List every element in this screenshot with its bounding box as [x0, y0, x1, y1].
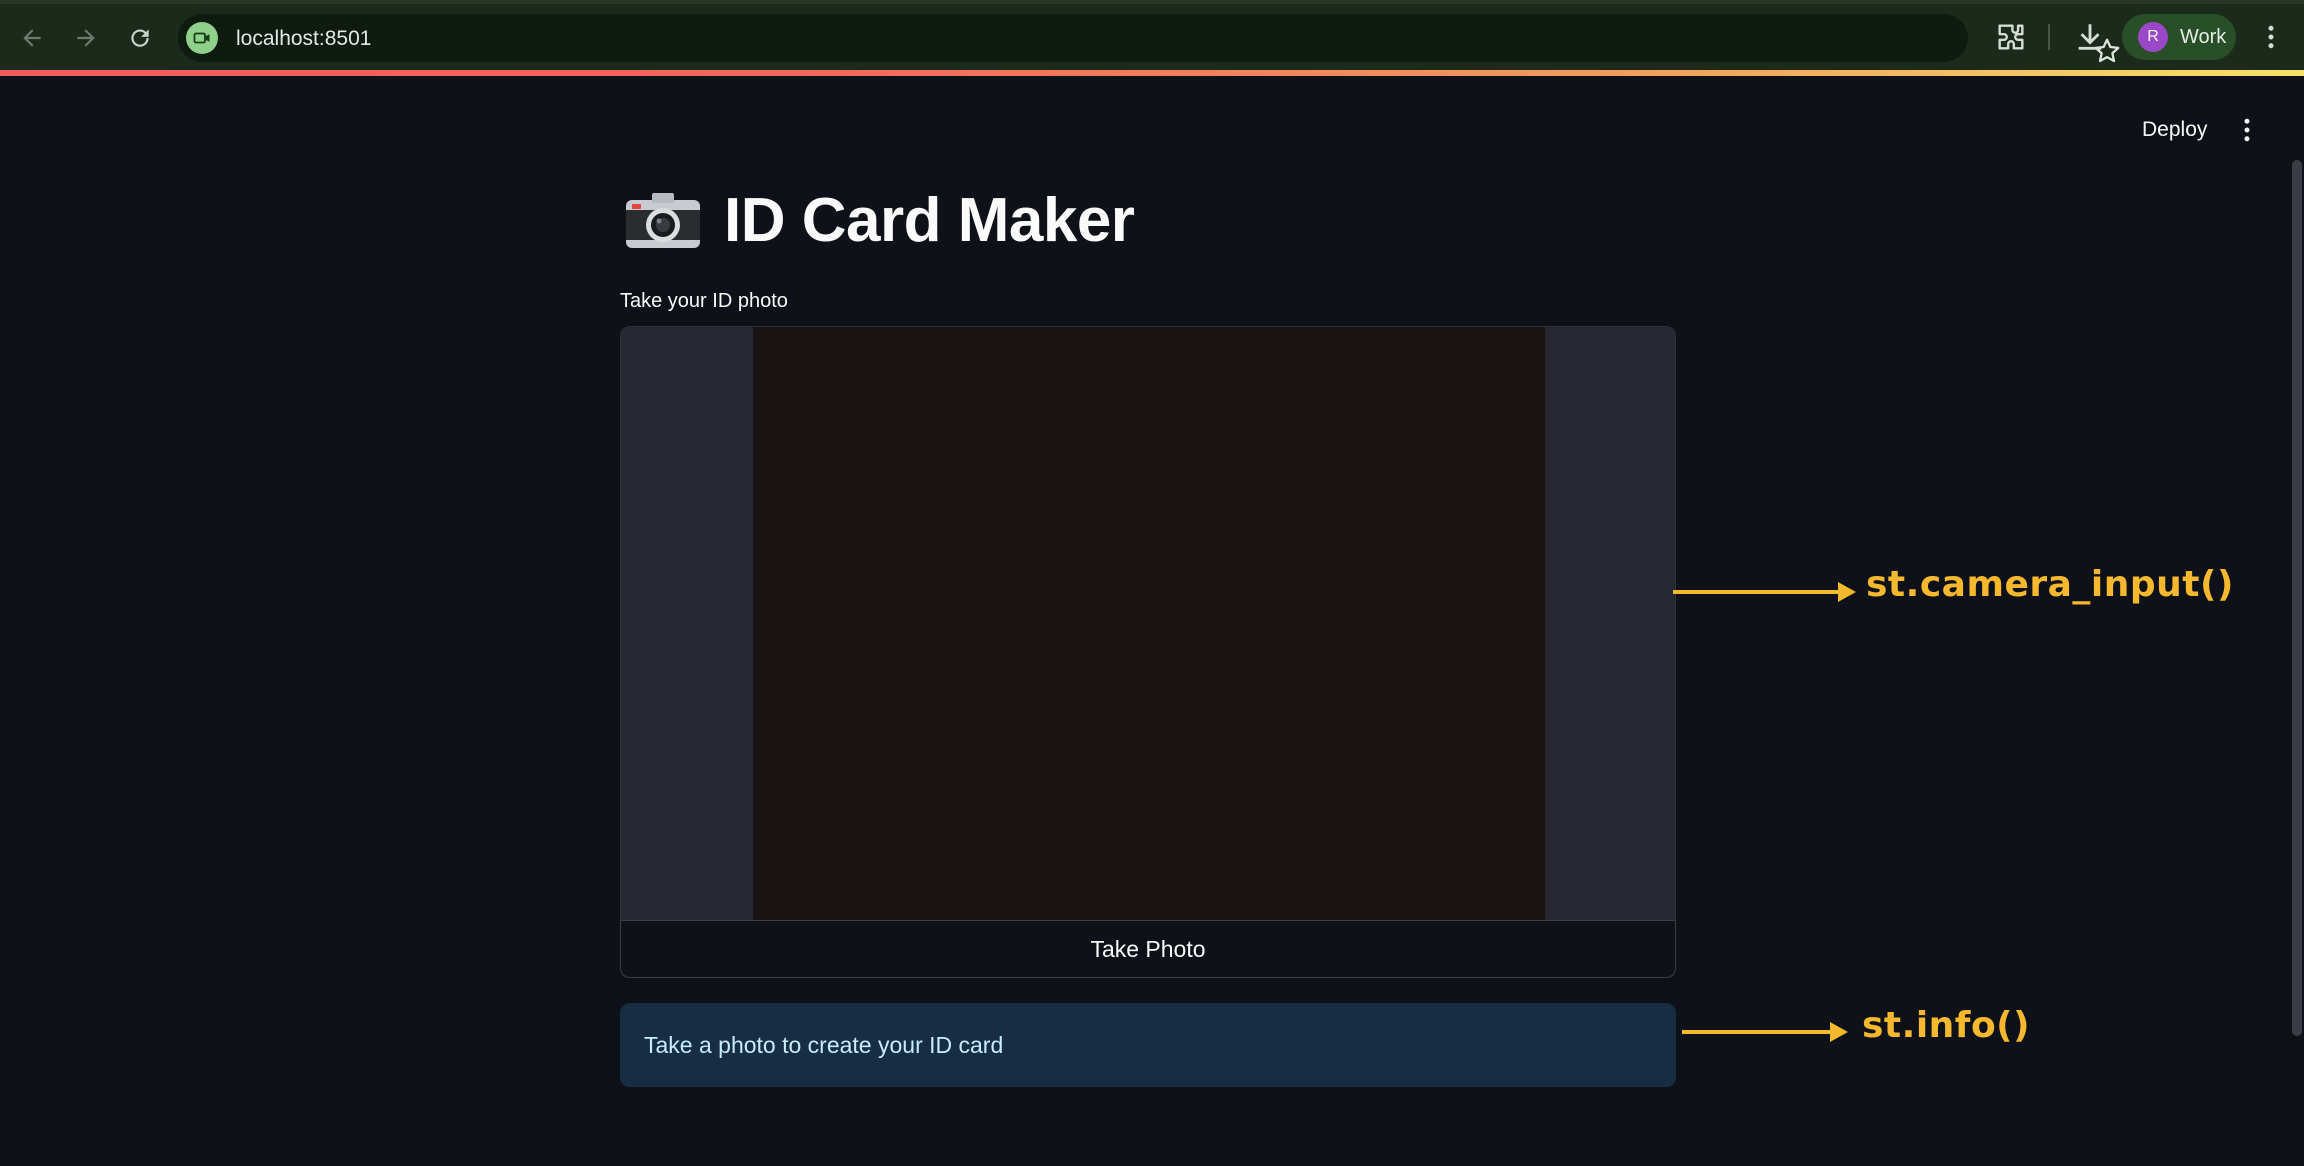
- tab-strip: [0, 0, 2304, 4]
- profile-name: Work: [2180, 25, 2227, 48]
- camera-input-frame: [620, 326, 1676, 922]
- camera-annotation-label: st.camera_input(): [1866, 564, 2234, 605]
- info-annotation-arrowhead: [1830, 1022, 1848, 1042]
- camera-emoji-icon: [626, 193, 700, 248]
- camera-feed: [753, 327, 1545, 922]
- take-photo-button[interactable]: Take Photo: [620, 920, 1676, 978]
- kebab-menu-icon[interactable]: [2256, 20, 2286, 54]
- info-annotation-arrow: [1682, 1030, 1838, 1034]
- camera-site-icon: [193, 32, 210, 44]
- info-alert: Take a photo to create your ID card: [620, 1003, 1676, 1087]
- camera-annotation-arrow: [1673, 590, 1845, 594]
- browser-toolbar: localhost:8501 R Work: [0, 0, 2304, 73]
- info-alert-text: Take a photo to create your ID card: [644, 1031, 1004, 1058]
- extensions-icon[interactable]: [1994, 20, 2028, 54]
- toolbar-divider: [2048, 24, 2050, 50]
- back-button[interactable]: [12, 18, 52, 58]
- profile-button[interactable]: R Work: [2122, 14, 2236, 60]
- forward-button[interactable]: [66, 18, 106, 58]
- reload-button[interactable]: [120, 18, 160, 58]
- url-text: localhost:8501: [236, 27, 372, 50]
- forward-arrow-icon: [77, 29, 95, 47]
- scrollbar[interactable]: [2292, 160, 2302, 1036]
- loading-progress-line: [0, 70, 2304, 76]
- page-title-row: ID Card Maker: [622, 180, 1135, 260]
- info-annotation-label: st.info(): [1862, 1005, 2031, 1046]
- app-menu-icon[interactable]: [2232, 112, 2262, 148]
- reload-icon: [131, 29, 149, 47]
- download-icon[interactable]: [2073, 20, 2107, 54]
- deploy-button[interactable]: Deploy: [2130, 112, 2219, 148]
- address-bar[interactable]: localhost:8501: [178, 14, 2120, 63]
- camera-input-label: Take your ID photo: [620, 290, 788, 312]
- camera-annotation-arrowhead: [1838, 582, 1856, 602]
- back-arrow-icon: [23, 29, 41, 47]
- page-title: ID Card Maker: [724, 185, 1135, 255]
- avatar: R: [2138, 22, 2168, 52]
- site-info-button[interactable]: [186, 22, 218, 54]
